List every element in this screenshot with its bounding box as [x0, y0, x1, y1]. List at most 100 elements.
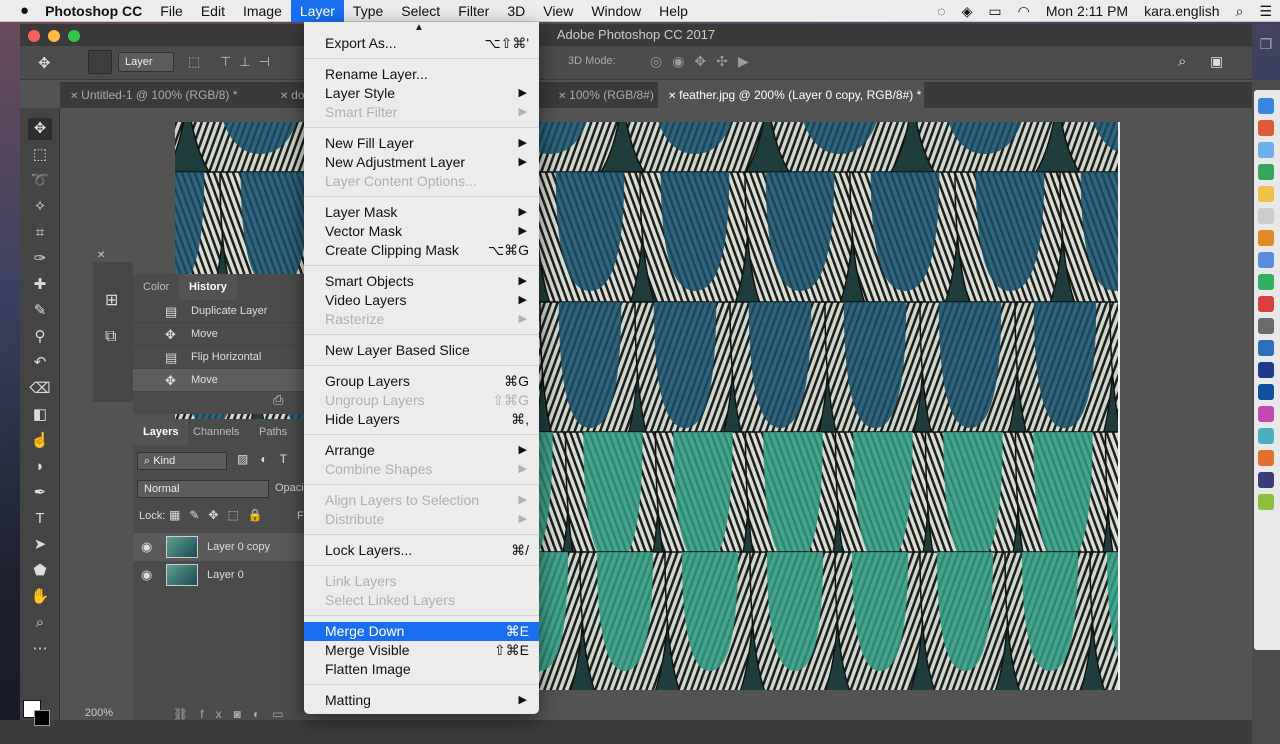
auto-select-dropdown[interactable]: Layer	[118, 52, 174, 72]
eye-icon[interactable]: ◉	[141, 561, 152, 589]
window-icon[interactable]: ❐	[1252, 30, 1280, 58]
dock-app-icon[interactable]	[1258, 318, 1274, 334]
hand-tool-icon[interactable]: ✋	[28, 586, 52, 608]
dock-app-icon[interactable]	[1258, 274, 1274, 290]
close-icon[interactable]: ✕	[97, 250, 105, 261]
menu-item-rename-layer[interactable]: Rename Layer...	[304, 65, 539, 84]
close-window-button[interactable]	[28, 30, 40, 42]
minimize-window-button[interactable]	[48, 30, 60, 42]
auto-select-checkbox[interactable]	[88, 50, 112, 74]
dock-app-icon[interactable]	[1258, 450, 1274, 466]
menu-item-layer-style[interactable]: Layer Style ▶	[304, 84, 539, 103]
blend-mode-dropdown[interactable]: Normal	[137, 480, 269, 498]
dock-app-icon[interactable]	[1258, 208, 1274, 224]
layer-filter-dropdown[interactable]: ⌕ Kind	[137, 452, 227, 470]
zoom-tool-icon[interactable]: ⌕	[28, 612, 52, 634]
menu-file[interactable]: File	[151, 0, 192, 22]
lasso-tool-icon[interactable]: ➰	[28, 170, 52, 192]
tab-paths[interactable]: Paths	[249, 419, 297, 445]
transform-controls-icon[interactable]: ⬚	[188, 54, 200, 70]
menu-item-merge-down[interactable]: Merge Down ⌘E	[304, 622, 539, 641]
dock-app-icon[interactable]	[1258, 296, 1274, 312]
dock-app-icon[interactable]	[1258, 384, 1274, 400]
menu-select[interactable]: Select	[392, 0, 449, 22]
document-tab[interactable]: ✕ feather.jpg @ 200% (Layer 0 copy, RGB/…	[658, 82, 924, 108]
menu-item-smart-objects[interactable]: Smart Objects ▶	[304, 272, 539, 291]
clone-stamp-tool-icon[interactable]: ⚲	[28, 326, 52, 348]
menu-item-arrange[interactable]: Arrange ▶	[304, 441, 539, 460]
search-icon[interactable]: ⌕	[1178, 53, 1186, 70]
app-menu[interactable]: Photoshop CC	[39, 0, 151, 22]
menu-type[interactable]: Type	[344, 0, 392, 22]
clock[interactable]: Mon 2:11 PM	[1038, 0, 1136, 22]
menu-edit[interactable]: Edit	[192, 0, 234, 22]
menu-item-layer-mask[interactable]: Layer Mask ▶	[304, 203, 539, 222]
menu-item-group-layers[interactable]: Group Layers ⌘G	[304, 372, 539, 391]
history-item[interactable]: ✥ Move	[133, 323, 304, 346]
zoom-window-button[interactable]	[68, 30, 80, 42]
type-tool-icon[interactable]: T	[28, 508, 52, 530]
menu-help[interactable]: Help	[650, 0, 697, 22]
eye-icon[interactable]: ◉	[141, 533, 152, 561]
close-tab-icon[interactable]: ✕	[280, 91, 291, 102]
menu-item-matting[interactable]: Matting ▶	[304, 691, 539, 710]
tab-history[interactable]: History	[179, 274, 237, 300]
align-icons[interactable]: ⊤⊥⊣	[220, 54, 278, 70]
zoom-level[interactable]: 200%	[60, 707, 138, 720]
menu-item-merge-visible[interactable]: Merge Visible ⇧⌘E	[304, 641, 539, 660]
dock-app-icon[interactable]	[1258, 120, 1274, 136]
close-tab-icon[interactable]: ✕	[70, 91, 81, 102]
shield-icon[interactable]: ◈	[954, 0, 981, 22]
menu-3d[interactable]: 3D	[498, 0, 534, 22]
dock-app-icon[interactable]	[1258, 98, 1274, 114]
layer-row[interactable]: ◉ Layer 0	[133, 561, 304, 589]
close-tab-icon[interactable]: ✕	[558, 91, 569, 102]
scroll-up-arrow-icon[interactable]: ▲	[414, 22, 424, 33]
menu-item-flatten-image[interactable]: Flatten Image	[304, 660, 539, 679]
history-panel-icon[interactable]: ⧉	[105, 328, 116, 346]
menu-item-new-adjustment-layer[interactable]: New Adjustment Layer ▶	[304, 153, 539, 172]
menu-item-new-fill-layer[interactable]: New Fill Layer ▶	[304, 134, 539, 153]
marquee-tool-icon[interactable]: ⬚	[28, 144, 52, 166]
menu-item-vector-mask[interactable]: Vector Mask ▶	[304, 222, 539, 241]
smudge-tool-icon[interactable]: ☝	[28, 430, 52, 452]
move-icon[interactable]: ✥	[38, 54, 51, 72]
menu-image[interactable]: Image	[234, 0, 291, 22]
apple-icon[interactable]: ●	[0, 0, 39, 22]
eyedropper-tool-icon[interactable]: ✑	[28, 248, 52, 270]
background-color-swatch[interactable]	[34, 710, 50, 726]
document-tab[interactable]: ✕ 100% (RGB/8#)	[548, 82, 658, 108]
crop-tool-icon[interactable]: ⌗	[28, 222, 52, 244]
shape-tool-icon[interactable]: ⬟	[28, 560, 52, 582]
notification-center-icon[interactable]: ☰	[1251, 0, 1280, 22]
creative-cloud-icon[interactable]: ◌	[929, 0, 953, 22]
layer-actions-icons[interactable]: ⛓fx◙◐▭	[173, 707, 295, 721]
dock-app-icon[interactable]	[1258, 142, 1274, 158]
menu-item-video-layers[interactable]: Video Layers ▶	[304, 291, 539, 310]
airplay-icon[interactable]: ▭	[980, 0, 1009, 22]
dodge-tool-icon[interactable]: ◗	[28, 456, 52, 478]
history-item[interactable]: ▤ Duplicate Layer	[133, 300, 304, 323]
close-tab-icon[interactable]: ✕	[668, 91, 679, 102]
wifi-icon[interactable]: ◠	[1010, 0, 1038, 22]
dock-app-icon[interactable]	[1258, 428, 1274, 444]
new-snapshot-icon[interactable]: ⎙	[273, 392, 283, 408]
menu-layer[interactable]: Layer	[290, 0, 344, 22]
tab-channels[interactable]: Channels	[183, 419, 249, 445]
healing-brush-tool-icon[interactable]: ✚	[28, 274, 52, 296]
dock-app-icon[interactable]	[1258, 186, 1274, 202]
menu-window[interactable]: Window	[582, 0, 650, 22]
user-name[interactable]: kara.english	[1136, 0, 1228, 22]
3d-mode-icons[interactable]: ◎◉✥✣▶	[650, 53, 759, 70]
path-selection-tool-icon[interactable]: ➤	[28, 534, 52, 556]
dock-app-icon[interactable]	[1258, 406, 1274, 422]
dock-app-icon[interactable]	[1258, 362, 1274, 378]
dock-app-icon[interactable]	[1258, 164, 1274, 180]
pen-tool-icon[interactable]: ✒	[28, 482, 52, 504]
dock-app-icon[interactable]	[1258, 230, 1274, 246]
menu-view[interactable]: View	[534, 0, 582, 22]
magic-wand-tool-icon[interactable]: ✧	[28, 196, 52, 218]
properties-icon[interactable]: ⊞	[105, 290, 118, 310]
dock-app-icon[interactable]	[1258, 340, 1274, 356]
spotlight-icon[interactable]: ⌕	[1228, 0, 1252, 22]
